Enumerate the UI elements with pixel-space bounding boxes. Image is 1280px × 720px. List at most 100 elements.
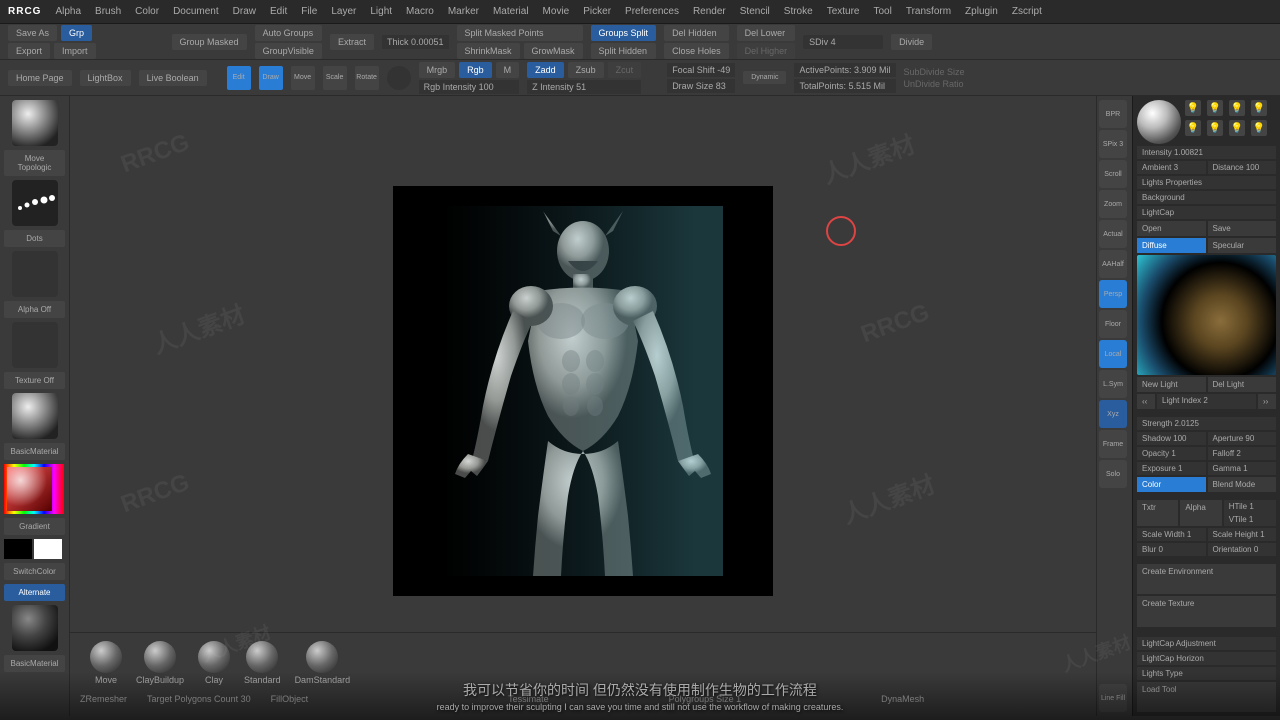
specular-tab[interactable]: Specular bbox=[1208, 238, 1277, 253]
menu-macro[interactable]: Macro bbox=[406, 6, 434, 17]
lightcap-adjustment-header[interactable]: LightCap Adjustment bbox=[1137, 637, 1276, 650]
open-button[interactable]: Open bbox=[1137, 221, 1206, 236]
menu-texture[interactable]: Texture bbox=[827, 6, 860, 17]
background-header[interactable]: Background bbox=[1137, 191, 1276, 204]
groups-split-button[interactable]: Groups Split bbox=[591, 25, 657, 41]
focal-shift[interactable]: Focal Shift -49 bbox=[667, 63, 735, 77]
rgb-intensity[interactable]: Rgb Intensity 100 bbox=[419, 80, 520, 94]
split-masked-button[interactable]: Split Masked Points bbox=[457, 25, 583, 41]
light-bulb-icon[interactable]: 💡 bbox=[1185, 120, 1201, 136]
draw-mode-button[interactable]: Draw bbox=[259, 66, 283, 90]
thick-value[interactable]: Thick 0.00051 bbox=[382, 35, 449, 49]
menu-stencil[interactable]: Stencil bbox=[740, 6, 770, 17]
extract-button[interactable]: Extract bbox=[330, 34, 374, 50]
close-holes-button[interactable]: Close Holes bbox=[664, 43, 729, 59]
alpha-button[interactable]: Alpha bbox=[1180, 500, 1221, 526]
menu-picker[interactable]: Picker bbox=[583, 6, 611, 17]
grow-mask-button[interactable]: GrowMask bbox=[524, 43, 583, 59]
strength-slider[interactable]: Strength 2.0125 bbox=[1137, 417, 1276, 430]
del-higher-button[interactable]: Del Higher bbox=[737, 43, 796, 59]
edit-mode-button[interactable]: Edit bbox=[227, 66, 251, 90]
stroke-dots-icon[interactable] bbox=[12, 180, 58, 226]
actual-button[interactable]: Actual bbox=[1099, 220, 1127, 248]
canvas-document[interactable] bbox=[393, 186, 773, 596]
blur-slider[interactable]: Blur 0 bbox=[1137, 543, 1206, 556]
htile-slider[interactable]: HTile 1 bbox=[1224, 500, 1276, 513]
zadd-button[interactable]: Zadd bbox=[527, 62, 564, 78]
menu-tool[interactable]: Tool bbox=[873, 6, 891, 17]
rotate-mode-button[interactable]: Rotate bbox=[355, 66, 379, 90]
light-index-prev[interactable]: ‹‹ bbox=[1137, 394, 1155, 409]
light-bulb-icon[interactable]: 💡 bbox=[1251, 100, 1267, 116]
grp-button[interactable]: Grp bbox=[61, 25, 92, 41]
menu-preferences[interactable]: Preferences bbox=[625, 6, 679, 17]
light-bulb-icon[interactable]: 💡 bbox=[1251, 120, 1267, 136]
aahalf-button[interactable]: AAHalf bbox=[1099, 250, 1127, 278]
export-button[interactable]: Export bbox=[8, 43, 50, 59]
group-visible-button[interactable]: GroupVisible bbox=[255, 43, 322, 59]
solo-button[interactable]: Solo bbox=[1099, 460, 1127, 488]
lightcap-horizon-header[interactable]: LightCap Horizon bbox=[1137, 652, 1276, 665]
color-picker[interactable] bbox=[4, 464, 64, 514]
vtile-slider[interactable]: VTile 1 bbox=[1224, 513, 1276, 526]
xyz-button[interactable]: Xyz bbox=[1099, 400, 1127, 428]
create-env-button[interactable]: Create Environment bbox=[1137, 564, 1276, 594]
ambient-slider[interactable]: Ambient 3 bbox=[1137, 161, 1206, 174]
sdiv-slider[interactable]: SDiv 4 bbox=[803, 35, 883, 49]
split-hidden-button[interactable]: Split Hidden bbox=[591, 43, 657, 59]
mrgb-button[interactable]: Mrgb bbox=[419, 62, 456, 78]
falloff-slider[interactable]: Falloff 2 bbox=[1208, 447, 1277, 460]
save-as-button[interactable]: Save As bbox=[8, 25, 57, 41]
alternate-button[interactable]: Alternate bbox=[4, 584, 65, 601]
group-masked-button[interactable]: Group Masked bbox=[172, 34, 247, 50]
orientation-slider[interactable]: Orientation 0 bbox=[1208, 543, 1277, 556]
save-button[interactable]: Save bbox=[1208, 221, 1277, 236]
lightcap-preview[interactable] bbox=[1137, 255, 1276, 375]
shrink-mask-button[interactable]: ShrinkMask bbox=[457, 43, 520, 59]
menu-zscript[interactable]: Zscript bbox=[1012, 6, 1042, 17]
alpha-slot[interactable] bbox=[12, 251, 58, 297]
switch-color-label[interactable]: SwitchColor bbox=[4, 563, 65, 580]
lights-properties-header[interactable]: Lights Properties bbox=[1137, 176, 1276, 189]
menu-brush[interactable]: Brush bbox=[95, 6, 121, 17]
menu-color[interactable]: Color bbox=[135, 6, 159, 17]
menu-draw[interactable]: Draw bbox=[233, 6, 256, 17]
divide-button[interactable]: Divide bbox=[891, 34, 932, 50]
menu-file[interactable]: File bbox=[301, 6, 317, 17]
light-sphere-icon[interactable] bbox=[1137, 100, 1181, 144]
menu-material[interactable]: Material bbox=[493, 6, 529, 17]
m-button[interactable]: M bbox=[496, 62, 520, 78]
scale-width-slider[interactable]: Scale Width 1 bbox=[1137, 528, 1206, 541]
dynamic-button[interactable]: Dynamic bbox=[743, 71, 786, 84]
scroll-button[interactable]: Scroll bbox=[1099, 160, 1127, 188]
import-button[interactable]: Import bbox=[54, 43, 96, 59]
lightbox-button[interactable]: LightBox bbox=[80, 70, 131, 86]
diffuse-tab[interactable]: Diffuse bbox=[1137, 238, 1206, 253]
blend-mode-button[interactable]: Blend Mode bbox=[1208, 477, 1277, 492]
move-mode-button[interactable]: Move bbox=[291, 66, 315, 90]
light-bulb-icon[interactable]: 💡 bbox=[1229, 100, 1245, 116]
floor-button[interactable]: Floor bbox=[1099, 310, 1127, 338]
zcut-button[interactable]: Zcut bbox=[608, 62, 642, 78]
light-bulb-icon[interactable]: 💡 bbox=[1207, 120, 1223, 136]
del-light-button[interactable]: Del Light bbox=[1208, 377, 1277, 392]
txtr-button[interactable]: Txtr bbox=[1137, 500, 1178, 526]
menu-stroke[interactable]: Stroke bbox=[784, 6, 813, 17]
zoom-button[interactable]: Zoom bbox=[1099, 190, 1127, 218]
bpr-button[interactable]: BPR bbox=[1099, 100, 1127, 128]
zsub-button[interactable]: Zsub bbox=[568, 62, 604, 78]
del-lower-button[interactable]: Del Lower bbox=[737, 25, 796, 41]
live-boolean-button[interactable]: Live Boolean bbox=[139, 70, 207, 86]
spix-button[interactable]: SPix 3 bbox=[1099, 130, 1127, 158]
menu-transform[interactable]: Transform bbox=[906, 6, 951, 17]
lsym-button[interactable]: L.Sym bbox=[1099, 370, 1127, 398]
light-index-next[interactable]: ›› bbox=[1258, 394, 1276, 409]
menu-light[interactable]: Light bbox=[370, 6, 392, 17]
aperture-slider[interactable]: Aperture 90 bbox=[1208, 432, 1277, 445]
gyro-icon[interactable] bbox=[387, 66, 411, 90]
frame-button[interactable]: Frame bbox=[1099, 430, 1127, 458]
auto-groups-button[interactable]: Auto Groups bbox=[255, 25, 322, 41]
scale-mode-button[interactable]: Scale bbox=[323, 66, 347, 90]
material-preview-icon[interactable] bbox=[12, 393, 58, 439]
color-button[interactable]: Color bbox=[1137, 477, 1206, 492]
